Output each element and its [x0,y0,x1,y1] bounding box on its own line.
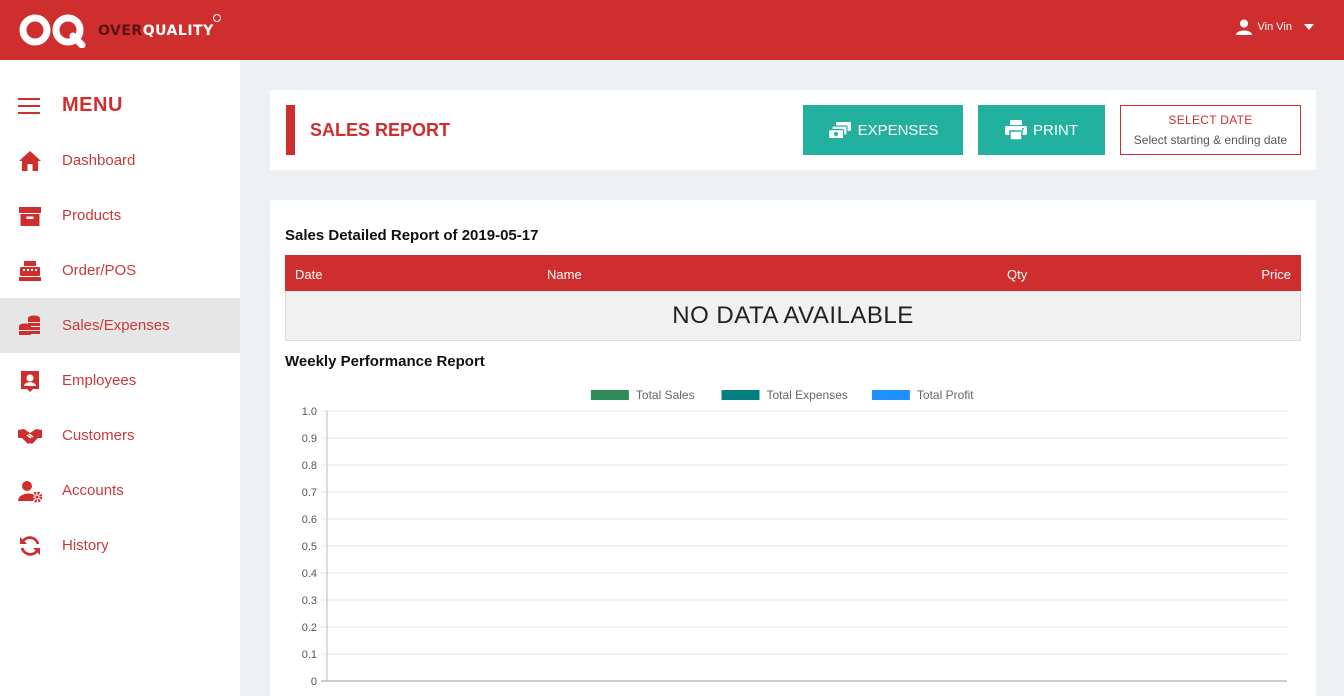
user-name: Vin Vin [1257,21,1292,33]
sidebar-item-order-pos[interactable]: Order/POS [0,243,240,298]
sidebar-item-label: History [62,537,109,554]
sidebar-item-products[interactable]: Products [0,188,240,243]
home-icon [19,150,41,171]
sidebar-item-history[interactable]: History [0,518,240,573]
y-tick-label: 0.1 [302,649,317,661]
sidebar-item-label: Employees [62,372,137,389]
id-badge-icon [21,370,39,392]
y-tick-label: 0.6 [302,514,317,526]
printer-icon [1005,120,1027,140]
y-tick-label: 0.4 [302,568,317,580]
menu-toggle[interactable]: MENU [18,94,123,117]
legend-label: Total Profit [917,388,974,402]
refresh-icon [20,535,40,556]
chevron-down-icon [1304,24,1314,30]
select-date-label: SELECT DATE [1168,113,1253,127]
app-name: OVERQUALITY [98,23,214,39]
sidebar-item-employees[interactable]: Employees [0,353,240,408]
sidebar-item-label: Sales/Expenses [62,317,170,334]
select-date-hint: Select starting & ending date [1133,133,1288,147]
sidebar-item-dashboard[interactable]: Dashboard [0,133,240,188]
column-header-qty[interactable]: Qty [1007,267,1027,282]
y-tick-label: 0.8 [302,460,317,472]
sidebar-item-sales-expenses[interactable]: Sales/Expenses [0,298,240,353]
expenses-button[interactable]: EXPENSES [803,105,963,155]
app-logo[interactable]: OVERQUALITY [18,12,214,48]
user-gear-icon [18,480,42,502]
accent-bar [286,105,295,155]
sidebar-item-customers[interactable]: Customers [0,408,240,463]
legend-label: Total Sales [636,388,695,402]
y-tick-label: 0.2 [302,622,317,634]
registered-mark-icon [213,14,221,22]
y-tick-label: 0.3 [302,595,317,607]
cash-register-icon [19,260,41,281]
y-tick-label: 0.9 [302,433,317,445]
y-tick-label: 0.5 [302,541,317,553]
sidebar-item-label: Customers [62,427,135,444]
sidebar: MENU Dashboard Products Order/POS Sales/… [0,60,240,696]
weekly-performance-chart: Total Sales Total Expenses Total Profit 1.0… [302,388,1287,688]
sidebar-item-label: Dashboard [62,152,136,169]
sidebar-item-label: Order/POS [62,262,137,279]
top-bar: OVERQUALITY Vin Vin [0,0,1344,60]
legend-swatch [588,388,631,402]
empty-table-message: NO DATA AVAILABLE [285,291,1301,341]
select-date-picker[interactable]: SELECT DATE Select starting & ending dat… [1120,105,1301,155]
legend-swatch [719,388,762,402]
report-panel: Sales Detailed Report of 2019-05-17 Date… [270,200,1316,696]
page-header: SALES REPORT EXPENSES PRINT SELECT DATE … [270,90,1316,170]
y-tick-label: 0.7 [302,487,317,499]
print-button-label: PRINT [1033,121,1078,139]
sidebar-item-label: Products [62,207,122,224]
user-icon [1235,19,1252,35]
column-header-name[interactable]: Name [547,267,582,282]
menu-title: MENU [62,94,123,116]
print-button[interactable]: PRINT [978,105,1105,155]
sidebar-item-accounts[interactable]: Accounts [0,463,240,518]
weekly-report-title: Weekly Performance Report [285,353,485,370]
detailed-report-title: Sales Detailed Report of 2019-05-17 [285,227,539,244]
column-header-date[interactable]: Date [295,267,322,282]
table-header: Date Name Qty Price [285,255,1301,291]
y-tick-label: 1.0 [302,406,317,418]
sidebar-item-label: Accounts [62,482,124,499]
archive-box-icon [19,206,41,226]
column-header-price[interactable]: Price [1261,267,1291,282]
handshake-icon [18,428,42,444]
hamburger-icon [18,97,40,114]
overquality-logo-icon [19,14,86,48]
expenses-button-label: EXPENSES [857,121,939,139]
money-bills-icon [827,122,851,139]
coins-icon [19,315,40,335]
legend-label: Total Expenses [767,388,848,402]
page-title: SALES REPORT [310,120,451,140]
y-tick-label: 0 [311,676,317,688]
user-menu[interactable]: Vin Vin [1235,19,1314,35]
legend-swatch [869,388,912,402]
